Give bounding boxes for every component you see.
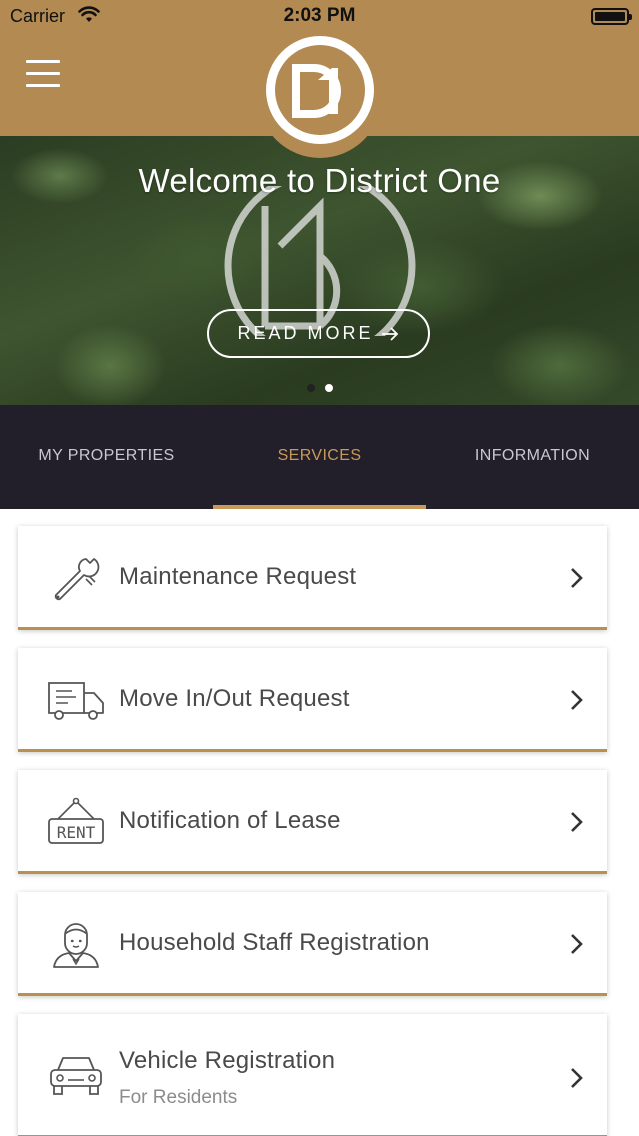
service-subtitle: For Residents: [119, 1087, 238, 1108]
service-title: Notification of Lease: [119, 807, 341, 834]
tab-my-properties[interactable]: MY PROPERTIES: [0, 405, 213, 509]
service-item-maintenance-request[interactable]: Maintenance Request: [18, 526, 607, 630]
service-item-move-in-out-request[interactable]: Move In/Out Request: [18, 648, 607, 752]
read-more-label: READ MORE: [237, 323, 374, 343]
hamburger-menu-button[interactable]: [26, 60, 60, 90]
d1-logo-icon: [266, 36, 374, 144]
service-item-vehicle-registration[interactable]: Vehicle Registration For Residents: [18, 1014, 607, 1136]
chevron-right-icon: [571, 812, 583, 832]
carousel-dot-1[interactable]: [306, 384, 315, 392]
clock: 2:03 PM: [283, 5, 356, 26]
tab-services[interactable]: SERVICES: [213, 405, 426, 509]
read-more-button[interactable]: READ MORE: [207, 309, 430, 358]
chevron-right-icon: [571, 1068, 583, 1088]
carousel-pagination: [0, 384, 639, 392]
service-item-notification-of-lease[interactable]: RENT Notification of Lease: [18, 770, 607, 874]
app-header: [0, 34, 639, 158]
tab-bar: MY PROPERTIES SERVICES INFORMATION: [0, 405, 639, 509]
hero-title: Welcome to District One: [138, 162, 501, 199]
truck-icon: [48, 682, 104, 720]
carousel-dot-2[interactable]: [324, 384, 333, 392]
chevron-right-icon: [571, 690, 583, 710]
wrench-icon: [54, 558, 100, 601]
services-list: Maintenance Request Move In/Out Request …: [0, 509, 639, 1136]
service-title: Move In/Out Request: [119, 685, 350, 712]
service-title: Maintenance Request: [119, 563, 357, 590]
service-item-household-staff-registration[interactable]: Household Staff Registration: [18, 892, 607, 996]
hero-carousel[interactable]: Welcome to District One READ MORE: [0, 136, 639, 405]
rent-sign-text: RENT: [57, 823, 96, 842]
service-title: Household Staff Registration: [119, 929, 430, 956]
battery-icon: [591, 8, 632, 25]
rent-sign-icon: RENT: [48, 797, 104, 844]
service-title: Vehicle Registration: [119, 1047, 336, 1074]
arrow-right-icon: [381, 326, 398, 341]
district-one-logo: [258, 34, 382, 158]
chevron-right-icon: [571, 568, 583, 588]
staff-person-icon: [53, 923, 99, 968]
status-bar: Carrier 2:03 PM: [0, 0, 639, 34]
chevron-right-icon: [571, 934, 583, 954]
tab-information[interactable]: INFORMATION: [426, 405, 639, 509]
car-icon: [50, 1057, 102, 1095]
